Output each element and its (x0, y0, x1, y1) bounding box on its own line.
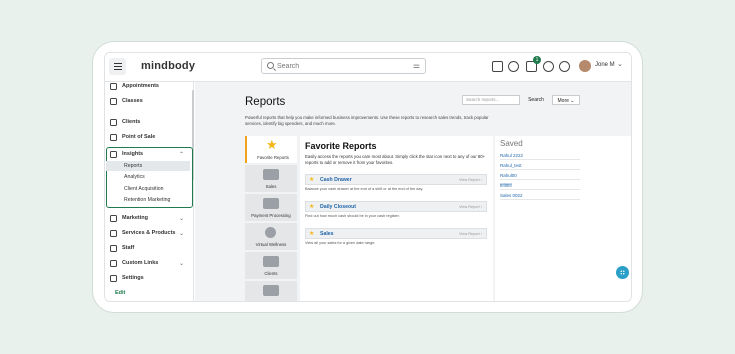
top-bar: mindbody ⚌ 1 Jone M ⌄ (105, 53, 631, 82)
report-description: View all your sales for a given date ran… (305, 241, 376, 245)
play-icon (265, 227, 276, 238)
star-icon[interactable]: ★ (309, 202, 314, 212)
favorites-title: Favorite Reports (305, 141, 377, 151)
category-virtual-wellness[interactable]: Virtual Wellness (245, 223, 297, 250)
main-content: Reports Search reports... Search More ⌄ … (195, 82, 631, 301)
card-reader-icon (263, 198, 279, 209)
search-icon (267, 62, 274, 69)
link-icon (110, 259, 117, 267)
sidebar-item-marketing[interactable]: Marketing ⌄ (110, 212, 184, 224)
saved-reports-panel: Saved Rahul 2222 Rahul_test Rahul00 ffff… (495, 136, 631, 301)
category-favorite-reports[interactable]: ★ Favorite Reports (245, 136, 297, 163)
user-icon (110, 118, 117, 126)
people-icon (110, 244, 117, 252)
filter-icon[interactable]: ⚌ (413, 61, 420, 70)
chevron-down-icon[interactable]: ⌄ (179, 260, 184, 267)
chart-icon (110, 150, 117, 158)
hamburger-menu-icon[interactable] (109, 58, 126, 75)
sidebar-item-custom-links[interactable]: Custom Links ⌄ (110, 257, 184, 269)
sidebar: Appointments Classes Clients Point of Sa… (105, 80, 194, 301)
sidebar-item-services-products[interactable]: Services & Products ⌄ (110, 227, 184, 239)
avatar[interactable] (579, 60, 591, 72)
report-row-cash-drawer[interactable]: ★ Cash Drawer View Report › (305, 174, 487, 185)
favorites-description: Easily access the reports you care most … (305, 154, 486, 165)
saved-report-link[interactable]: Rahul 2222 (500, 153, 580, 160)
help-icon[interactable] (543, 61, 554, 72)
sidebar-subitem-client-acquisition[interactable]: Client Acquisition (106, 184, 190, 194)
sidebar-item-point-of-sale[interactable]: Point of Sale (110, 131, 155, 143)
report-row-daily-closeout[interactable]: ★ Daily Closeout View Report › (305, 201, 487, 212)
app-window: mindbody ⚌ 1 Jone M ⌄ Appointments Class… (104, 52, 632, 302)
category-sales[interactable]: Sales (245, 165, 297, 192)
saved-report-link[interactable]: Rahul_test (500, 163, 580, 170)
star-icon[interactable]: ★ (309, 229, 314, 239)
edit-sidebar-link[interactable]: Edit (115, 290, 125, 296)
clients-icon (263, 256, 279, 267)
saved-report-link[interactable]: ffffffffff (500, 183, 580, 190)
sidebar-subitem-analytics[interactable]: Analytics (106, 172, 190, 182)
star-icon[interactable]: ★ (309, 175, 314, 185)
sidebar-item-insights[interactable]: Insights ⌃ (110, 148, 184, 160)
reports-search-button[interactable]: Search (525, 95, 547, 105)
apps-grid-button[interactable] (616, 266, 629, 279)
reports-description: Powerful reports that help you make info… (245, 115, 489, 126)
global-search[interactable]: ⚌ (261, 58, 426, 74)
report-categories: ★ Favorite Reports Sales Payment Process… (245, 136, 297, 301)
chevron-up-icon[interactable]: ⌃ (179, 151, 184, 158)
calendar-icon (110, 97, 117, 105)
view-report-link[interactable]: View Report › (459, 229, 482, 239)
store-icon[interactable] (492, 61, 503, 72)
check-circle-icon[interactable] (508, 61, 519, 72)
sidebar-subitem-retention-marketing[interactable]: Retention Marketing (106, 195, 190, 205)
category-more[interactable] (245, 281, 297, 301)
category-clients[interactable]: Clients (245, 252, 297, 279)
sidebar-item-clients[interactable]: Clients (110, 116, 140, 128)
report-description: Balance your cash drawer at the end of a… (305, 187, 424, 191)
chevron-down-icon[interactable]: ⌄ (617, 60, 623, 68)
megaphone-icon (110, 214, 117, 222)
saved-report-link[interactable]: Rahul00 (500, 173, 580, 180)
page-title: Reports (245, 96, 286, 108)
user-name[interactable]: Jone M (595, 62, 615, 68)
box-icon (110, 229, 117, 237)
view-report-link[interactable]: View Report › (459, 202, 482, 212)
notification-badge: 1 (533, 56, 541, 64)
report-description: Find out how much cash should be in your… (305, 214, 400, 218)
app-logo: mindbody (141, 60, 196, 72)
cash-register-icon (263, 169, 279, 180)
favorite-reports-panel: Favorite Reports Easily access the repor… (300, 136, 493, 301)
sidebar-item-appointments[interactable]: Appointments (110, 80, 159, 92)
star-icon: ★ (266, 137, 278, 152)
reports-search-input[interactable]: Search reports... (462, 95, 520, 105)
clock-icon[interactable] (559, 61, 570, 72)
report-row-sales[interactable]: ★ Sales View Report › (305, 228, 487, 239)
sidebar-item-classes[interactable]: Classes (110, 95, 143, 107)
more-dropdown[interactable]: More ⌄ (552, 95, 580, 105)
view-report-link[interactable]: View Report › (459, 175, 482, 185)
group-icon (263, 285, 279, 296)
tag-icon (110, 133, 117, 141)
saved-title: Saved (500, 139, 523, 148)
category-payment-processing[interactable]: Payment Processing (245, 194, 297, 221)
calendar-icon (110, 82, 117, 90)
saved-report-link[interactable]: Sales 0022 (500, 193, 580, 200)
search-input[interactable] (277, 60, 407, 72)
chevron-down-icon[interactable]: ⌄ (179, 215, 184, 222)
gear-icon (110, 274, 117, 282)
chevron-down-icon[interactable]: ⌄ (179, 230, 184, 237)
sidebar-item-staff[interactable]: Staff (110, 242, 134, 254)
sidebar-item-settings[interactable]: Settings (110, 272, 144, 284)
sidebar-subitem-reports[interactable]: Reports (106, 161, 190, 171)
